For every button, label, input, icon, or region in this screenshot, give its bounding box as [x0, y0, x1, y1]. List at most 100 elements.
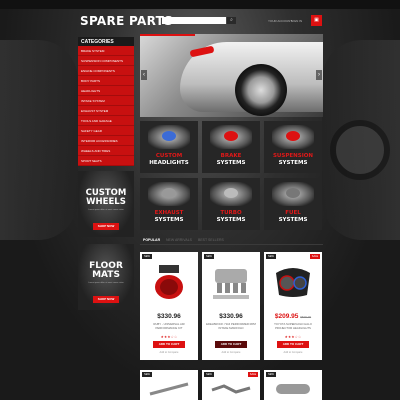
exhaust-system-image — [211, 384, 251, 394]
promo-subtitle: Lorem ipsum dolor sit amet conse ctetur — [88, 282, 124, 284]
new-badge: NEW — [266, 372, 276, 377]
product-price: $209.95 — [274, 313, 299, 320]
tile-line1: EXHAUST — [154, 210, 184, 216]
product-card[interactable]: NEW $330.96 EDELBROCK 7116 PERFORMER RPM… — [202, 252, 260, 360]
tile-line2: SYSTEMS — [216, 217, 246, 223]
tile-line1: BRAKE — [220, 153, 242, 159]
sale-badge: SALE — [248, 372, 258, 377]
search-input[interactable] — [162, 17, 226, 24]
hero-wheel — [235, 64, 287, 116]
category-item[interactable]: BODY PARTS — [78, 76, 134, 86]
tile-custom-headlights[interactable]: CUSTOM HEADLIGHTS — [140, 121, 198, 173]
hero-progress-bar — [140, 34, 195, 36]
rating-stars: ★★★☆☆ — [284, 335, 302, 339]
tile-line2: SYSTEMS — [278, 160, 308, 166]
product-price: $330.96 — [157, 313, 181, 320]
categories-menu: CATEGORIES BRAKE SYSTEM SUSPENSION COMPO… — [78, 37, 134, 166]
tab-new-arrivals[interactable]: NEW ARRIVALS — [166, 238, 192, 242]
category-item[interactable]: INTERIOR ACCESSORIES — [78, 136, 134, 146]
category-item[interactable]: SUSPENSION COMPONENTS — [78, 56, 134, 66]
tile-accent — [286, 131, 300, 141]
chevron-left-icon[interactable]: ‹ — [141, 70, 147, 80]
product-name[interactable]: EDELBROCK 7116 PERFORMER RPM INTAKE MANI… — [206, 322, 256, 330]
cart-icon[interactable]: ▣ — [311, 15, 322, 26]
intake-manifold-image — [213, 269, 249, 299]
product-card[interactable]: NEW SALE $209.95 $525.96 TOYOTA SUPERGOL… — [264, 252, 322, 360]
new-badge: NEW — [204, 254, 214, 259]
product-card[interactable]: NEW $330.96 RUBY - UNIVERSAL AIR PERFORM… — [140, 252, 198, 360]
background-wheel — [330, 120, 390, 180]
product-price-block: $209.95 $525.96 — [264, 313, 322, 320]
tile-accent — [224, 131, 238, 141]
promo-custom-wheels[interactable]: CUSTOM WHEELS Lorem ipsum dolor sit amet… — [78, 171, 134, 237]
category-item[interactable]: SPORT SEATS — [78, 156, 134, 166]
add-to-cart-button[interactable]: ADD TO CART — [277, 341, 309, 348]
product-name[interactable]: TOYOTA SUPERGOLD HALO PROJECTOR HEADLIGH… — [268, 322, 318, 330]
tile-accent — [162, 131, 176, 141]
headlight-image — [276, 268, 310, 297]
shop-now-button[interactable]: SHOP NOW — [93, 296, 119, 303]
tile-accent — [162, 188, 176, 198]
tab-popular[interactable]: POPULAR — [143, 238, 160, 242]
tile-fuel-systems[interactable]: FUEL SYSTEMS — [264, 178, 322, 230]
muffler-image — [276, 384, 310, 394]
promo-subtitle: Lorem ipsum dolor sit amet conse ctetur — [88, 209, 124, 211]
your-account-link[interactable]: YOUR ACCOUNT — [268, 19, 292, 23]
chevron-right-icon[interactable]: › — [316, 70, 322, 80]
tile-brake-systems[interactable]: BRAKE SYSTEMS — [202, 121, 260, 173]
category-item[interactable]: TOOLS AND GARAGE — [78, 116, 134, 126]
product-card[interactable]: NEW — [264, 370, 322, 400]
category-item[interactable]: WHEELS AND TIRES — [78, 146, 134, 156]
product-old-price: $525.96 — [300, 315, 312, 319]
tile-line2: SYSTEMS — [154, 217, 184, 223]
tile-line1: CUSTOM — [155, 153, 183, 159]
product-name[interactable]: RUBY - UNIVERSAL AIR PERFORMANCE KIT — [144, 322, 194, 330]
tile-line2: SYSTEMS — [216, 160, 246, 166]
tile-line1: SUSPENSION — [272, 153, 314, 159]
add-to-cart-button[interactable]: ADD TO CART — [215, 341, 247, 348]
header: SPARE PARTS ⌕ YOUR ACCOUNT SIGN IN ▣ — [78, 12, 324, 32]
add-to-cart-button[interactable]: ADD TO CART — [153, 341, 185, 348]
exhaust-pipe-image — [149, 382, 189, 396]
air-filter-image — [155, 265, 183, 299]
product-card[interactable]: NEW — [140, 370, 198, 400]
category-item[interactable]: INTAKE SYSTEM — [78, 96, 134, 106]
sale-badge: SALE — [310, 254, 320, 259]
new-badge: NEW — [142, 372, 152, 377]
promo-title-line2: WHEELS — [86, 197, 126, 207]
category-item[interactable]: SAFETY GEAR — [78, 126, 134, 136]
background-car-left — [0, 40, 78, 240]
category-item[interactable]: HEADLIGHTS — [78, 86, 134, 96]
product-card[interactable]: NEW SALE — [202, 370, 260, 400]
hero-slider[interactable]: ‹ › — [140, 34, 323, 117]
tab-best-sellers[interactable]: BEST SELLERS — [198, 238, 224, 242]
add-to-compare-link[interactable]: Add to Compare — [202, 351, 260, 354]
top-bar — [0, 0, 400, 9]
tile-line2: SYSTEMS — [278, 217, 308, 223]
new-badge: NEW — [142, 254, 152, 259]
sign-in-link[interactable]: SIGN IN — [291, 19, 302, 23]
tile-turbo-systems[interactable]: TURBO SYSTEMS — [202, 178, 260, 230]
rating-stars: ★★★☆☆ — [160, 335, 178, 339]
tile-exhaust-systems[interactable]: EXHAUST SYSTEMS — [140, 178, 198, 230]
tile-accent — [286, 188, 300, 198]
product-tabs: POPULAR NEW ARRIVALS BEST SELLERS — [140, 237, 323, 245]
new-badge: NEW — [204, 372, 214, 377]
shop-now-button[interactable]: SHOP NOW — [93, 223, 119, 230]
categories-title: CATEGORIES — [78, 37, 134, 46]
promo-floor-mats[interactable]: FLOOR MATS Lorem ipsum dolor sit amet co… — [78, 244, 134, 310]
add-to-compare-link[interactable]: Add to Compare — [264, 351, 322, 354]
search-icon[interactable]: ⌕ — [227, 17, 236, 24]
product-price: $330.96 — [219, 313, 243, 320]
add-to-compare-link[interactable]: Add to Compare — [140, 351, 198, 354]
category-item[interactable]: BRAKE SYSTEM — [78, 46, 134, 56]
promo-title-line2: MATS — [92, 270, 120, 280]
new-badge: NEW — [266, 254, 276, 259]
tile-suspension-systems[interactable]: SUSPENSION SYSTEMS — [264, 121, 322, 173]
logo[interactable]: SPARE PARTS — [80, 14, 173, 28]
category-item[interactable]: ENGINE COMPONENTS — [78, 66, 134, 76]
category-item[interactable]: EXHAUST SYSTEM — [78, 106, 134, 116]
tile-line1: FUEL — [285, 210, 301, 216]
tile-line1: TURBO — [220, 210, 242, 216]
tile-line2: HEADLIGHTS — [149, 160, 189, 166]
